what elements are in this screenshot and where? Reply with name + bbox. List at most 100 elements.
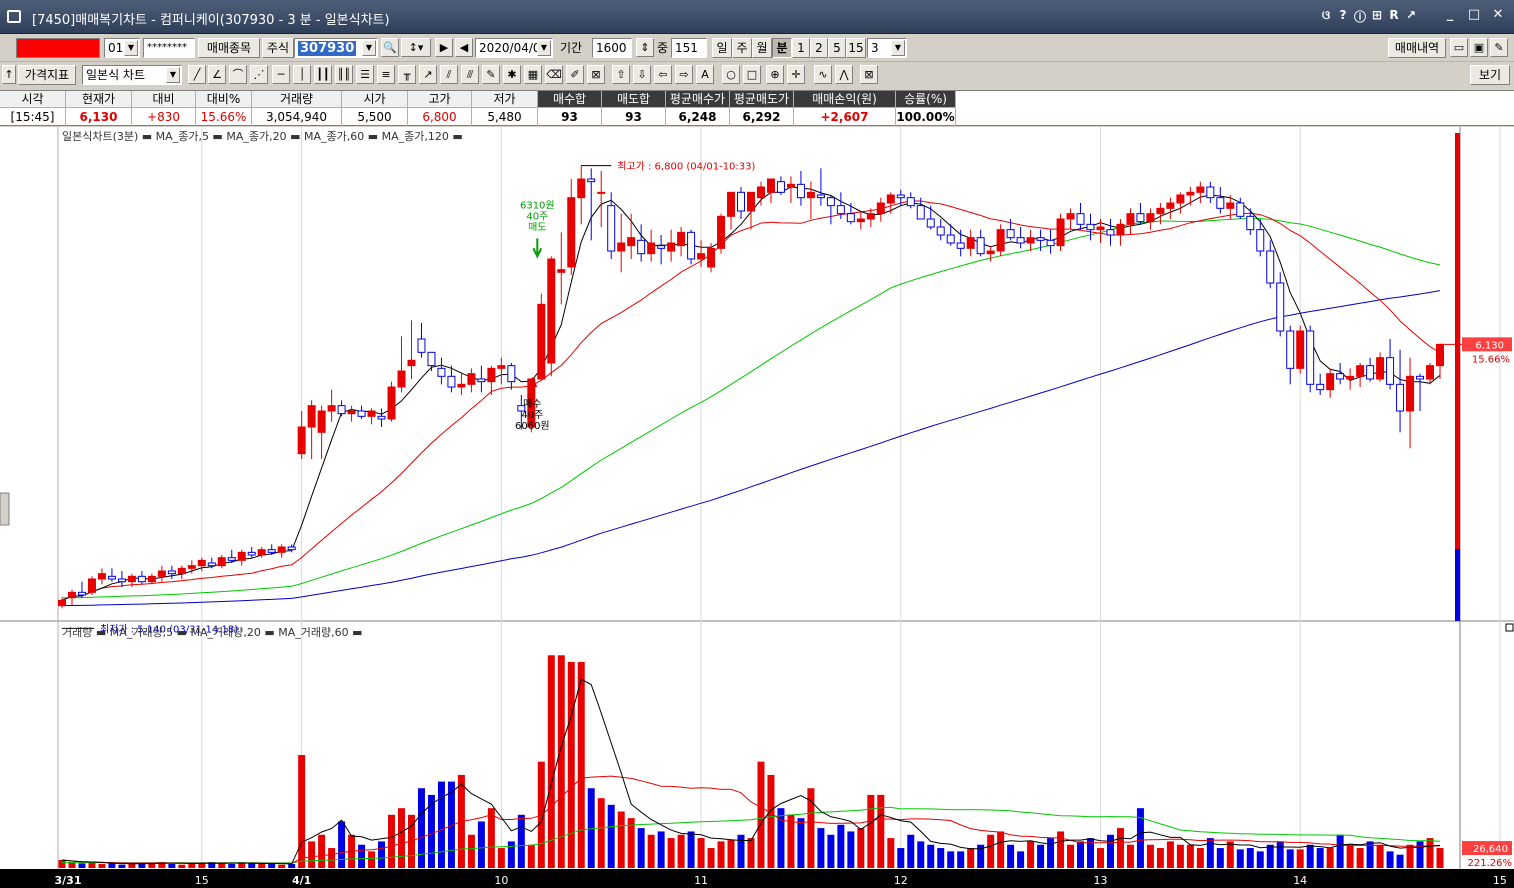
x-tick-label: 4/1 (292, 874, 311, 887)
play-back-icon[interactable]: ◀ (455, 38, 473, 57)
color-icon[interactable]: ▦ (524, 65, 542, 84)
chevron-down-icon[interactable]: ▼ (537, 40, 551, 56)
count-input[interactable]: 151 (671, 38, 707, 58)
close-button[interactable]: ✕ (1488, 6, 1508, 24)
bars-icon[interactable]: ║║ (335, 65, 353, 84)
pen-icon[interactable]: ✎ (482, 65, 500, 84)
vertical-lines-icon[interactable]: ┃┃ (314, 65, 332, 84)
view-button[interactable]: 보기 (1470, 65, 1510, 85)
volume-bar (597, 798, 605, 868)
grid-icon[interactable]: ⊞ (1370, 8, 1384, 25)
left-arrow-icon[interactable]: ⇦ (654, 65, 672, 84)
indicator-button[interactable]: 가격지표 (18, 65, 76, 85)
search-icon[interactable]: 🔍 (381, 38, 399, 57)
link-icon[interactable]: ଓ (1319, 8, 1333, 25)
zigzag-icon[interactable]: ⋀ (835, 65, 853, 84)
volume-bar (1326, 848, 1334, 868)
trade-history-button[interactable]: 매매내역 (1388, 38, 1446, 58)
grid-lines-icon[interactable]: ☰ (356, 65, 374, 84)
chevron-down-icon[interactable]: ▼ (166, 67, 180, 83)
chart-type-select[interactable]: 일본식 차트 ▼ (82, 65, 182, 85)
up-arrow-icon[interactable]: ⇧ (612, 65, 630, 84)
edit-icon[interactable]: ✐ (566, 65, 584, 84)
period-week-button[interactable]: 주 (732, 38, 752, 58)
delete-icon[interactable]: ⊠ (587, 65, 605, 84)
candle-body (826, 197, 835, 207)
chevron-down-icon[interactable]: ▼ (362, 40, 376, 56)
sort-icon[interactable]: ↕▾ (401, 38, 431, 57)
trade-items-button[interactable]: 매매종목 (198, 38, 260, 58)
trend-icon[interactable]: ↗ (419, 65, 437, 84)
minute-1-button[interactable]: 1 (792, 38, 810, 58)
volume-bar (368, 851, 376, 868)
crosshair-icon[interactable]: ✛ (787, 65, 805, 84)
circle-icon[interactable]: ○ (722, 65, 740, 84)
zoom-icon[interactable]: ⊕ (766, 65, 784, 84)
square-icon[interactable]: □ (743, 65, 761, 84)
fib-icon[interactable]: ≡ (377, 65, 395, 84)
channel-icon[interactable]: ⫽ (440, 65, 458, 84)
clear-icon[interactable]: ⊠ (860, 65, 878, 84)
volume-bar (1096, 848, 1104, 868)
info-header-8: 매수합 (538, 91, 602, 108)
minute-select[interactable]: 3 ▼ (867, 38, 907, 58)
candle-body (1226, 202, 1235, 209)
eraser-icon[interactable]: ⌫ (545, 65, 563, 84)
magic-icon[interactable]: ✱ (503, 65, 521, 84)
volume-bar (1047, 838, 1055, 868)
minute-5-button[interactable]: 5 (828, 38, 846, 58)
candle-body (836, 205, 845, 215)
save-icon[interactable]: ▣ (1470, 38, 1488, 57)
play-forward-icon[interactable]: ▶ (435, 38, 453, 57)
wave-icon[interactable]: ∿ (814, 65, 832, 84)
candle-body (896, 194, 905, 199)
help-icon[interactable]: ? (1336, 8, 1350, 25)
arc-tool-icon[interactable]: ⌒ (229, 65, 247, 84)
period-day-button[interactable]: 일 (712, 38, 732, 58)
down-arrow-icon[interactable]: ⇩ (633, 65, 651, 84)
chart-canvas[interactable]: 3/31 15 4/1 10 11 12 13 14 15 최고가 : 6,800 (04/01-… (0, 127, 1514, 888)
candle-body (1156, 207, 1165, 215)
password-field[interactable]: ******** (143, 38, 195, 58)
account-suffix-select[interactable]: 01 ▼ (104, 38, 140, 58)
info-value-0: [15:45] (0, 108, 66, 126)
chevron-down-icon[interactable]: ▼ (124, 40, 138, 56)
candle-body (657, 245, 666, 249)
horizontal-line-icon[interactable]: ─ (272, 65, 290, 84)
minimize-button[interactable]: _ (1440, 6, 1460, 24)
candle-body (1196, 186, 1205, 193)
line-tool-icon[interactable]: ╱ (188, 65, 206, 84)
market-type-button[interactable]: 주식 (262, 38, 294, 58)
period-month-button[interactable]: 월 (752, 38, 772, 58)
r-icon[interactable]: R (1387, 8, 1401, 25)
x-tick-label: 11 (694, 874, 708, 887)
info-header-4: 거래량 (252, 91, 342, 108)
arrow-up-icon[interactable]: ↑ (2, 65, 16, 84)
maximize-button[interactable]: □ (1464, 6, 1484, 24)
spin-icon[interactable]: ⇕ (636, 38, 654, 57)
period-minute-button[interactable]: 분 (772, 38, 792, 58)
candle-body (1396, 383, 1405, 412)
volume-bar (527, 844, 535, 868)
candle-body (846, 213, 855, 223)
vertical-line-icon[interactable]: │ (293, 65, 311, 84)
minute-2-button[interactable]: 2 (810, 38, 828, 58)
angle-tool-icon[interactable]: ∠ (208, 65, 226, 84)
text-icon[interactable]: A (696, 65, 714, 84)
stock-code-input[interactable]: 307930 ▼ (294, 38, 378, 58)
folder-icon[interactable]: ▭ (1450, 38, 1468, 57)
candle-body (267, 549, 276, 553)
info-icon[interactable]: ⓘ (1353, 8, 1367, 25)
fan-tool-icon[interactable]: ⋰ (250, 65, 268, 84)
volume-legend: 거래량 ▬ MA_거래량,5 ▬ MA_거래량,20 ▬ MA_거래량,60 ▬ (62, 626, 363, 639)
account-number-field[interactable] (16, 38, 100, 58)
right-arrow-icon[interactable]: ⇨ (675, 65, 693, 84)
minute-15-button[interactable]: 15 (846, 38, 866, 58)
chevron-down-icon[interactable]: ▼ (891, 40, 905, 56)
cycle-icon[interactable]: ╥ (398, 65, 416, 84)
settings-icon[interactable]: ✎ (1490, 38, 1508, 57)
popout-icon[interactable]: ↗ (1404, 8, 1418, 25)
date-input[interactable]: 2020/04/01 ▼ (475, 38, 553, 58)
period-input[interactable]: 1600 (592, 38, 632, 58)
parallel-icon[interactable]: ⫻ (461, 65, 479, 84)
